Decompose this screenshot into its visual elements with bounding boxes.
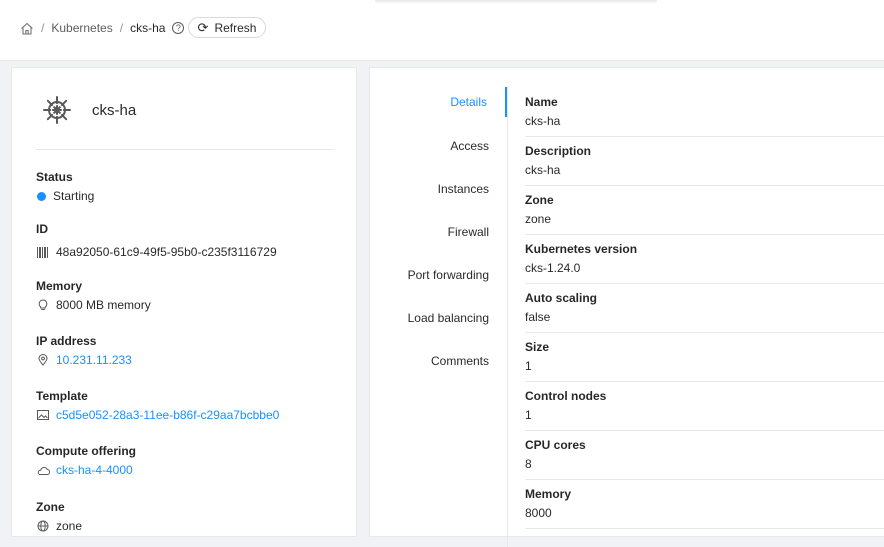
- detail-label: Description: [525, 144, 592, 158]
- breadcrumb-separator: /: [41, 21, 45, 35]
- tab-access[interactable]: Access: [370, 131, 507, 161]
- ip-address-link[interactable]: 10.231.11.233: [56, 353, 132, 367]
- compute-offering-link[interactable]: cks-ha-4-4000: [56, 463, 133, 477]
- zone-value: zone: [56, 519, 83, 533]
- list-item: Control nodes 1: [525, 382, 884, 431]
- cloud-icon: [36, 466, 50, 475]
- memory-value-row: 8000 MB memory: [36, 298, 151, 312]
- tab-details[interactable]: Details: [370, 87, 507, 117]
- home-icon[interactable]: [20, 22, 34, 35]
- globe-icon: [36, 520, 50, 532]
- bulb-icon: [36, 299, 50, 311]
- list-item: Auto scaling false: [525, 284, 884, 333]
- detail-value: false: [525, 310, 551, 324]
- detail-value: 1: [525, 359, 532, 373]
- location-pin-icon: [36, 354, 50, 366]
- kubernetes-helm-icon: [43, 96, 71, 124]
- list-item: Size 1: [525, 333, 884, 382]
- question-icon[interactable]: ?: [172, 22, 185, 34]
- status-field: Status Starting: [36, 170, 94, 203]
- reload-icon: ⟳: [197, 20, 209, 35]
- detail-value: zone: [525, 212, 552, 226]
- detail-label: Kubernetes version: [525, 242, 638, 256]
- divider: [36, 149, 334, 150]
- detail-value: cks-ha: [525, 114, 561, 128]
- breadcrumb-separator: /: [119, 21, 124, 35]
- template-label: Template: [36, 389, 88, 403]
- status-value-row: Starting: [36, 189, 94, 203]
- list-item: Name cks-ha: [525, 88, 884, 137]
- details-list: Name cks-ha Description cks-ha Zone zone…: [525, 88, 884, 529]
- tab-instances[interactable]: Instances: [370, 174, 507, 204]
- resource-header: cks-ha: [42, 95, 136, 125]
- tab-load-balancing[interactable]: Load balancing: [370, 303, 507, 333]
- ip-field: IP address 10.231.11.233: [36, 334, 132, 367]
- detail-value: cks-1.24.0: [525, 261, 581, 275]
- tab-firewall[interactable]: Firewall: [370, 217, 507, 247]
- compute-offering-field: Compute offering cks-ha-4-4000: [36, 444, 136, 477]
- detail-label: Zone: [525, 193, 554, 207]
- list-item: Memory 8000: [525, 480, 884, 529]
- compute-offering-value-row: cks-ha-4-4000: [36, 463, 136, 477]
- list-item: CPU cores 8: [525, 431, 884, 480]
- top-header: / Kubernetes / cks-ha ? ⟳ Refresh: [0, 0, 884, 61]
- detail-label: Size: [525, 340, 550, 354]
- template-link[interactable]: c5d5e052-28a3-11ee-b86f-c29aa7bcbbe0: [56, 408, 279, 422]
- refresh-label: Refresh: [214, 20, 257, 35]
- detail-label: Memory: [525, 487, 572, 501]
- detail-label: Auto scaling: [525, 291, 598, 305]
- detail-label: Name: [525, 95, 558, 109]
- template-field: Template c5d5e052-28a3-11ee-b86f-c29aa7b…: [36, 389, 279, 422]
- details-card: Details Access Instances Firewall Port f…: [369, 67, 884, 547]
- detail-value: 8000: [525, 506, 552, 520]
- ip-label: IP address: [36, 334, 97, 348]
- memory-label: Memory: [36, 279, 83, 293]
- id-field: ID 48a92050-61c9-49f5-95b0-c235f3116729: [36, 222, 277, 259]
- id-label: ID: [36, 222, 48, 236]
- tab-port-forwarding[interactable]: Port forwarding: [370, 260, 507, 290]
- status-label: Status: [36, 170, 73, 184]
- id-value-row: 48a92050-61c9-49f5-95b0-c235f3116729: [36, 245, 277, 259]
- breadcrumb: / Kubernetes / cks-ha ?: [20, 20, 185, 36]
- tabs-divider: [507, 87, 508, 547]
- list-item: Zone zone: [525, 186, 884, 235]
- resource-name: cks-ha: [92, 101, 137, 119]
- detail-value: 1: [525, 408, 532, 422]
- refresh-button[interactable]: ⟳ Refresh: [188, 17, 266, 38]
- list-item: Kubernetes version cks-1.24.0: [525, 235, 884, 284]
- breadcrumb-current: cks-ha: [130, 21, 166, 35]
- detail-label: Control nodes: [525, 389, 607, 403]
- status-value: Starting: [53, 189, 95, 203]
- id-value: 48a92050-61c9-49f5-95b0-c235f3116729: [56, 245, 277, 259]
- picture-icon: [36, 410, 50, 420]
- detail-value: cks-ha: [525, 163, 561, 177]
- detail-value: 8: [525, 457, 532, 471]
- status-dot-icon: [37, 191, 46, 201]
- template-value-row: c5d5e052-28a3-11ee-b86f-c29aa7bcbbe0: [36, 408, 279, 422]
- zone-label: Zone: [36, 500, 65, 514]
- zone-value-row: zone: [36, 519, 82, 533]
- list-item: Description cks-ha: [525, 137, 884, 186]
- barcode-icon[interactable]: [36, 246, 50, 258]
- header-shadow: [375, 0, 657, 4]
- memory-field: Memory 8000 MB memory: [36, 279, 151, 312]
- resource-summary-card: cks-ha Status Starting ID 48a92050-61c9-…: [11, 67, 357, 537]
- detail-label: CPU cores: [525, 438, 586, 452]
- tab-comments[interactable]: Comments: [370, 346, 507, 376]
- breadcrumb-kubernetes[interactable]: Kubernetes: [51, 21, 112, 35]
- ip-value-row: 10.231.11.233: [36, 353, 132, 367]
- zone-field: Zone zone: [36, 500, 82, 533]
- memory-value: 8000 MB memory: [56, 298, 151, 312]
- compute-offering-label: Compute offering: [36, 444, 136, 458]
